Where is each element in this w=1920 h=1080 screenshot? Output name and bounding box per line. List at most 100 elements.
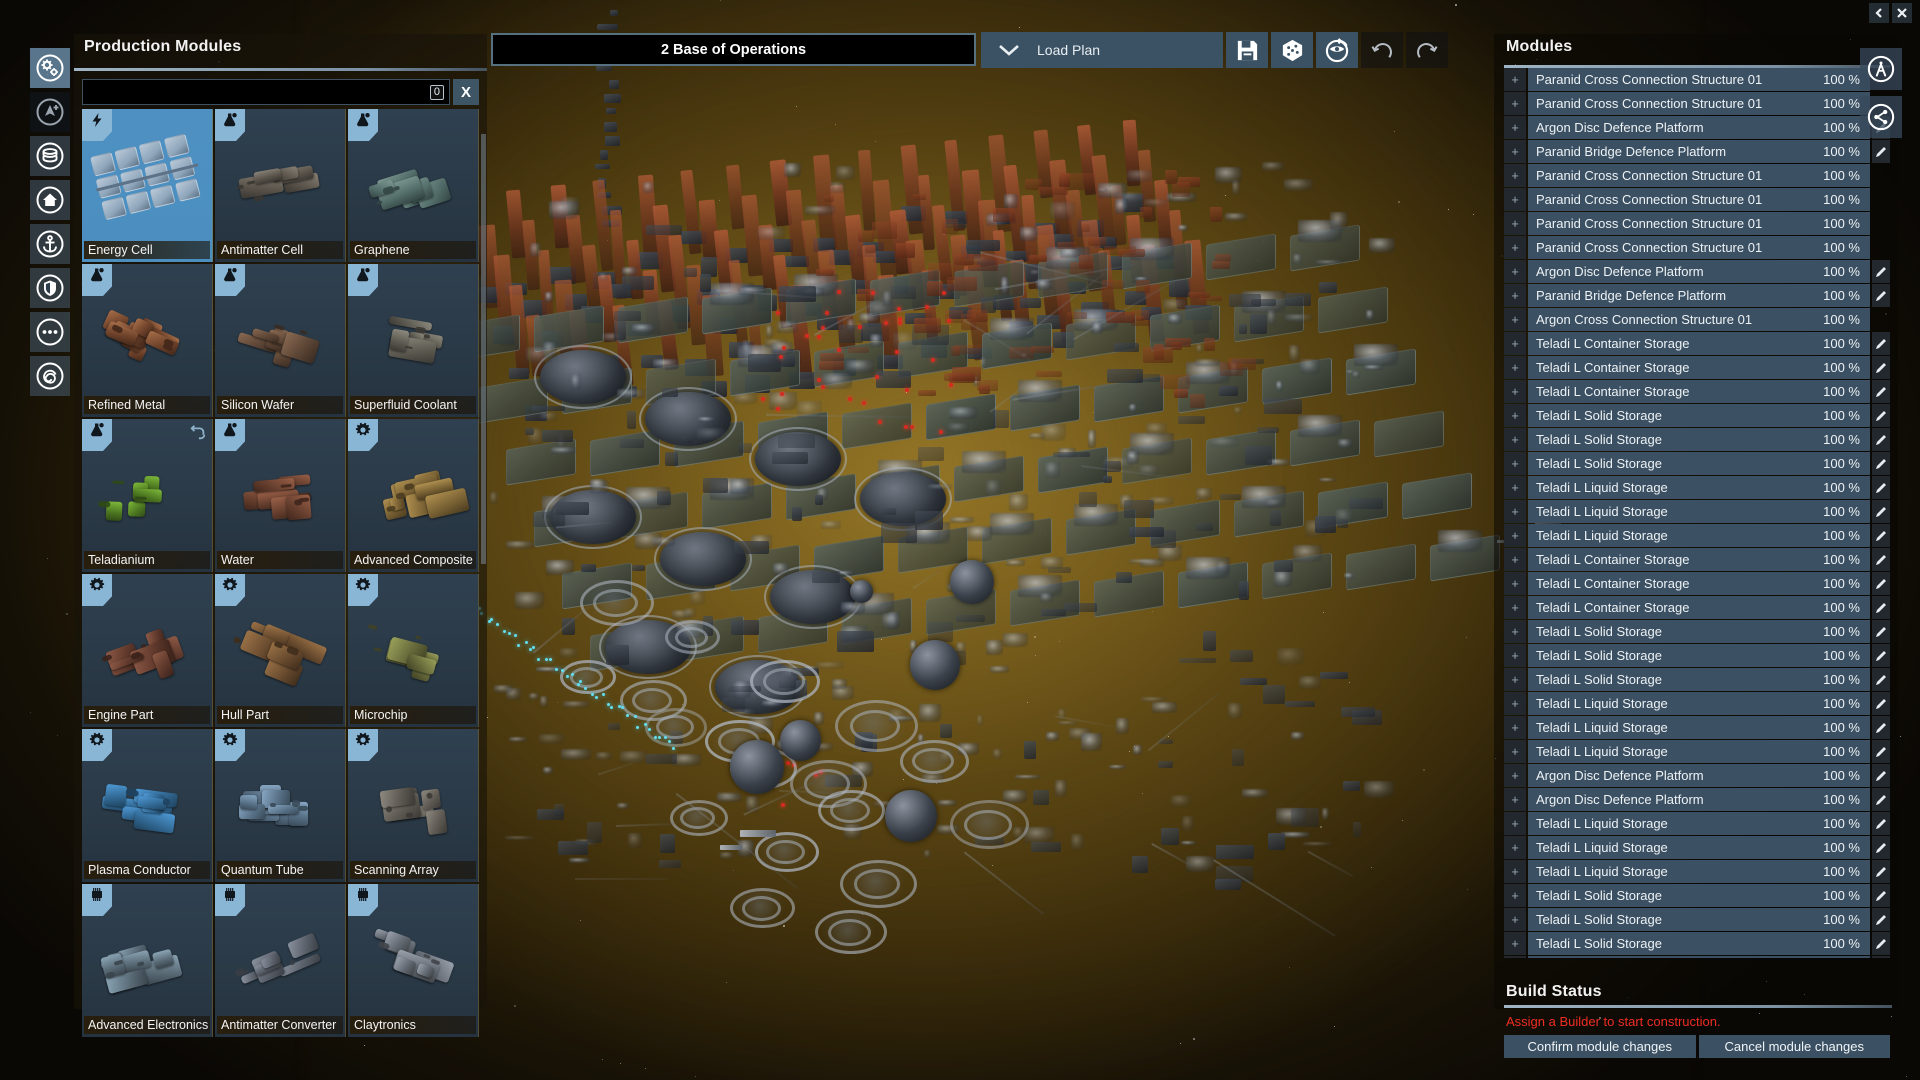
module-list-row[interactable]: + Teladi L Liquid Storage 100 % [1504,860,1890,883]
expand-row-button[interactable]: + [1504,92,1526,115]
expand-row-button[interactable]: + [1504,524,1526,547]
production-module-card[interactable]: Claytronics [348,884,479,1037]
edit-module-button[interactable] [1872,908,1890,931]
expand-row-button[interactable]: + [1504,548,1526,571]
expand-row-button[interactable]: + [1504,188,1526,211]
module-row-body[interactable]: Teladi L Container Storage100 % [1528,956,1870,958]
module-row-body[interactable]: Teladi L Liquid Storage 100 % [1528,740,1870,763]
edit-module-button[interactable] [1872,716,1890,739]
expand-row-button[interactable]: + [1504,956,1526,958]
expand-row-button[interactable]: + [1504,284,1526,307]
module-list-row[interactable]: + Teladi L Solid Storage 100 % [1504,884,1890,907]
module-row-body[interactable]: Teladi L Solid Storage 100 % [1528,884,1870,907]
production-module-card[interactable]: Scanning Array [348,729,479,882]
expand-row-button[interactable]: + [1504,908,1526,931]
expand-row-button[interactable]: + [1504,740,1526,763]
production-module-card[interactable]: Graphene [348,109,479,262]
production-module-card[interactable]: Water [215,419,346,572]
edit-module-button[interactable] [1872,596,1890,619]
expand-row-button[interactable]: + [1504,668,1526,691]
production-module-card[interactable]: Antimatter Converter [215,884,346,1037]
module-list-row[interactable]: + Paranid Bridge Defence Platform 100 % [1504,140,1890,163]
expand-row-button[interactable]: + [1504,764,1526,787]
module-row-body[interactable]: Paranid Cross Connection Structure 01 100… [1528,212,1870,235]
module-row-body[interactable]: Teladi L Solid Storage 100 % [1528,932,1870,955]
expand-row-button[interactable]: + [1504,308,1526,331]
module-list-row[interactable]: + Argon Disc Defence Platform 100 % [1504,788,1890,811]
module-row-body[interactable]: Teladi L Container Storage100 % [1528,332,1870,355]
module-list-row[interactable]: + Teladi L Solid Storage 100 % [1504,668,1890,691]
production-module-card[interactable]: Microchip [348,574,479,727]
production-module-card[interactable]: Engine Part [82,574,213,727]
expand-row-button[interactable]: + [1504,572,1526,595]
expand-row-button[interactable]: + [1504,788,1526,811]
expand-row-button[interactable]: + [1504,404,1526,427]
edit-module-button[interactable] [1872,500,1890,523]
expand-row-button[interactable]: + [1504,116,1526,139]
production-module-card[interactable]: Advanced Composite [348,419,479,572]
module-row-body[interactable]: Teladi L Liquid Storage 100 % [1528,836,1870,859]
module-row-body[interactable]: Paranid Cross Connection Structure 01 100… [1528,68,1870,91]
module-row-body[interactable]: Argon Disc Defence Platform 100 % [1528,764,1870,787]
production-module-card[interactable]: Antimatter Cell [215,109,346,262]
rail-item-other-modules[interactable] [30,312,70,352]
expand-row-button[interactable]: + [1504,452,1526,475]
module-list-row[interactable]: + Argon Cross Connection Structure 01 100 … [1504,308,1890,331]
production-module-card[interactable]: Refined Metal [82,264,213,417]
module-row-body[interactable]: Teladi L Container Storage100 % [1528,380,1870,403]
module-row-body[interactable]: Teladi L Solid Storage 100 % [1528,452,1870,475]
undo-button[interactable] [1361,32,1403,68]
module-row-body[interactable]: Argon Disc Defence Platform 100 % [1528,788,1870,811]
module-list-row[interactable]: + Paranid Cross Connection Structure 01 10… [1504,236,1890,259]
module-list-row[interactable]: +Teladi L Container Storage100 % [1504,332,1890,355]
edit-module-button[interactable] [1872,764,1890,787]
edit-module-button[interactable] [1872,260,1890,283]
rail-item-storage-modules[interactable] [30,136,70,176]
module-row-body[interactable]: Teladi L Liquid Storage 100 % [1528,692,1870,715]
production-module-card[interactable]: Hull Part [215,574,346,727]
edit-module-button[interactable] [1872,956,1890,958]
module-row-body[interactable]: Teladi L Container Storage100 % [1528,572,1870,595]
expand-row-button[interactable]: + [1504,644,1526,667]
tool-connections-tool[interactable] [1860,96,1902,138]
edit-module-button[interactable] [1872,356,1890,379]
modules-list[interactable]: + Paranid Cross Connection Structure 01 10… [1504,68,1890,958]
module-list-row[interactable]: + Teladi L Solid Storage 100 % [1504,908,1890,931]
redo-button[interactable] [1406,32,1448,68]
save-plan-button[interactable] [1226,32,1268,68]
module-row-body[interactable]: Teladi L Solid Storage 100 % [1528,644,1870,667]
module-list-row[interactable]: + Teladi L Solid Storage 100 % [1504,620,1890,643]
production-module-card[interactable]: Silicon Wafer [215,264,346,417]
edit-module-button[interactable] [1872,860,1890,883]
module-row-body[interactable]: Argon Disc Defence Platform 100 % [1528,116,1870,139]
rail-item-connection-modules[interactable] [30,356,70,396]
module-list-row[interactable]: + Teladi L Solid Storage 100 % [1504,428,1890,451]
edit-module-button[interactable] [1872,452,1890,475]
module-list-row[interactable]: + Argon Disc Defence Platform 100 % [1504,116,1890,139]
edit-module-button[interactable] [1872,932,1890,955]
module-list-row[interactable]: + Argon Disc Defence Platform 100 % [1504,764,1890,787]
expand-row-button[interactable]: + [1504,332,1526,355]
edit-module-button[interactable] [1872,524,1890,547]
module-list-row[interactable]: +Teladi L Container Storage100 % [1504,956,1890,958]
edit-module-button[interactable] [1872,740,1890,763]
expand-row-button[interactable]: + [1504,164,1526,187]
module-row-body[interactable]: Teladi L Liquid Storage 100 % [1528,860,1870,883]
production-module-card[interactable]: Advanced Electronics [82,884,213,1037]
edit-module-button[interactable] [1872,644,1890,667]
expand-row-button[interactable]: + [1504,212,1526,235]
expand-row-button[interactable]: + [1504,812,1526,835]
module-row-body[interactable]: Teladi L Container Storage100 % [1528,548,1870,571]
module-row-body[interactable]: Paranid Cross Connection Structure 01 100… [1528,92,1870,115]
module-list-row[interactable]: +Teladi L Container Storage100 % [1504,380,1890,403]
module-row-body[interactable]: Teladi L Liquid Storage 100 % [1528,524,1870,547]
expand-row-button[interactable]: + [1504,884,1526,907]
edit-module-button[interactable] [1872,812,1890,835]
module-list-row[interactable]: +Teladi L Container Storage100 % [1504,548,1890,571]
edit-module-button[interactable] [1872,620,1890,643]
rail-item-dock-modules[interactable] [30,224,70,264]
module-row-body[interactable]: Teladi L Liquid Storage 100 % [1528,716,1870,739]
edit-module-button[interactable] [1872,692,1890,715]
production-module-card[interactable]: Plasma Conductor [82,729,213,882]
edit-module-button[interactable] [1872,476,1890,499]
